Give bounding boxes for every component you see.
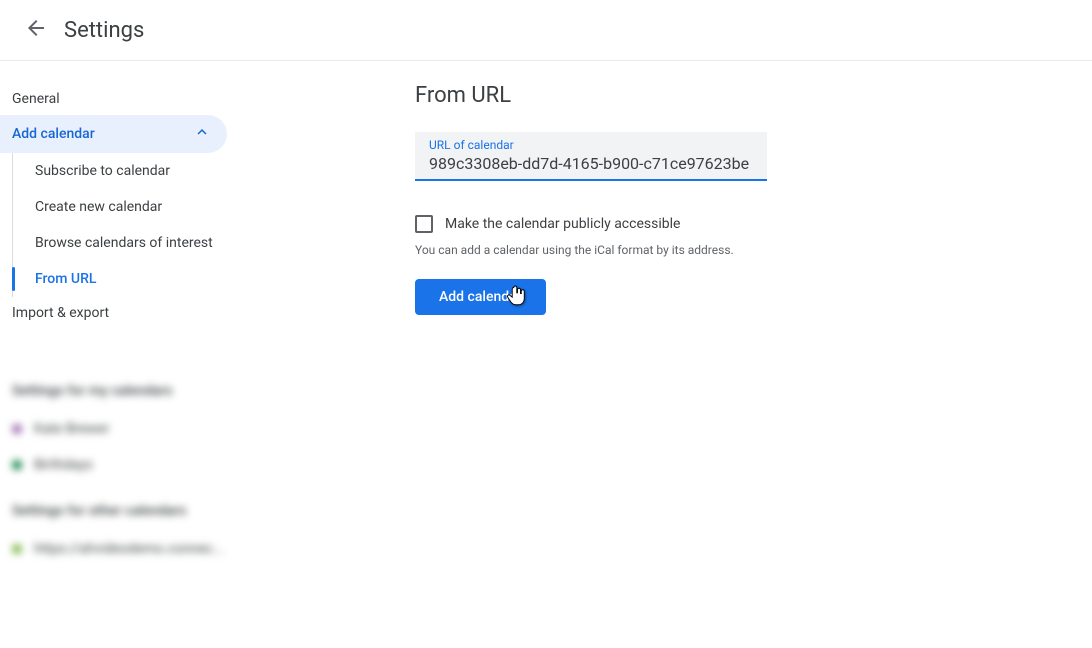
calendar-color-dot — [12, 544, 22, 554]
helper-text: You can add a calendar using the iCal fo… — [415, 243, 1092, 257]
header-title: Settings — [64, 18, 144, 43]
nav-general[interactable]: General — [0, 83, 255, 115]
app-header: Settings — [0, 0, 1092, 61]
url-input[interactable] — [429, 152, 755, 173]
page-title: From URL — [415, 83, 1092, 108]
calendar-item[interactable]: Birthdays — [12, 447, 243, 483]
calendar-item[interactable]: https://ahvideodemo.connec... — [12, 531, 243, 567]
settings-sidebar: General Add calendar Subscribe to calend… — [0, 61, 255, 583]
url-field-container[interactable]: URL of calendar — [415, 132, 767, 181]
my-calendars-section: Settings for my calendars Kate Brewer Bi… — [0, 367, 255, 487]
calendar-name: Birthdays — [34, 457, 93, 473]
my-calendars-heading: Settings for my calendars — [12, 383, 243, 399]
nav-import-export[interactable]: Import & export — [0, 297, 255, 329]
public-checkbox-label: Make the calendar publicly accessible — [445, 216, 680, 232]
calendar-name: Kate Brewer — [34, 421, 109, 437]
add-calendar-submenu: Subscribe to calendar Create new calenda… — [12, 153, 255, 297]
public-checkbox-row[interactable]: Make the calendar publicly accessible — [415, 215, 1092, 233]
nav-from-url[interactable]: From URL — [13, 261, 255, 297]
nav-create-new[interactable]: Create new calendar — [13, 189, 255, 225]
url-field-label: URL of calendar — [429, 138, 755, 152]
back-button[interactable] — [16, 10, 56, 50]
add-calendar-button[interactable]: Add calendar — [415, 279, 546, 315]
calendar-color-dot — [12, 460, 22, 470]
chevron-up-icon — [193, 123, 211, 145]
arrow-left-icon — [24, 16, 48, 44]
nav-add-calendar-label: Add calendar — [12, 126, 95, 142]
calendar-item[interactable]: Kate Brewer — [12, 411, 243, 447]
other-calendars-section: Settings for other calendars https://ahv… — [0, 487, 255, 571]
calendar-color-dot — [12, 424, 22, 434]
nav-add-calendar[interactable]: Add calendar — [0, 115, 227, 153]
nav-browse[interactable]: Browse calendars of interest — [13, 225, 255, 261]
other-calendars-heading: Settings for other calendars — [12, 503, 243, 519]
calendar-name: https://ahvideodemo.connec... — [34, 541, 224, 557]
nav-subscribe[interactable]: Subscribe to calendar — [13, 153, 255, 189]
main-content: From URL URL of calendar Make the calend… — [255, 61, 1092, 583]
checkbox-icon[interactable] — [415, 215, 433, 233]
